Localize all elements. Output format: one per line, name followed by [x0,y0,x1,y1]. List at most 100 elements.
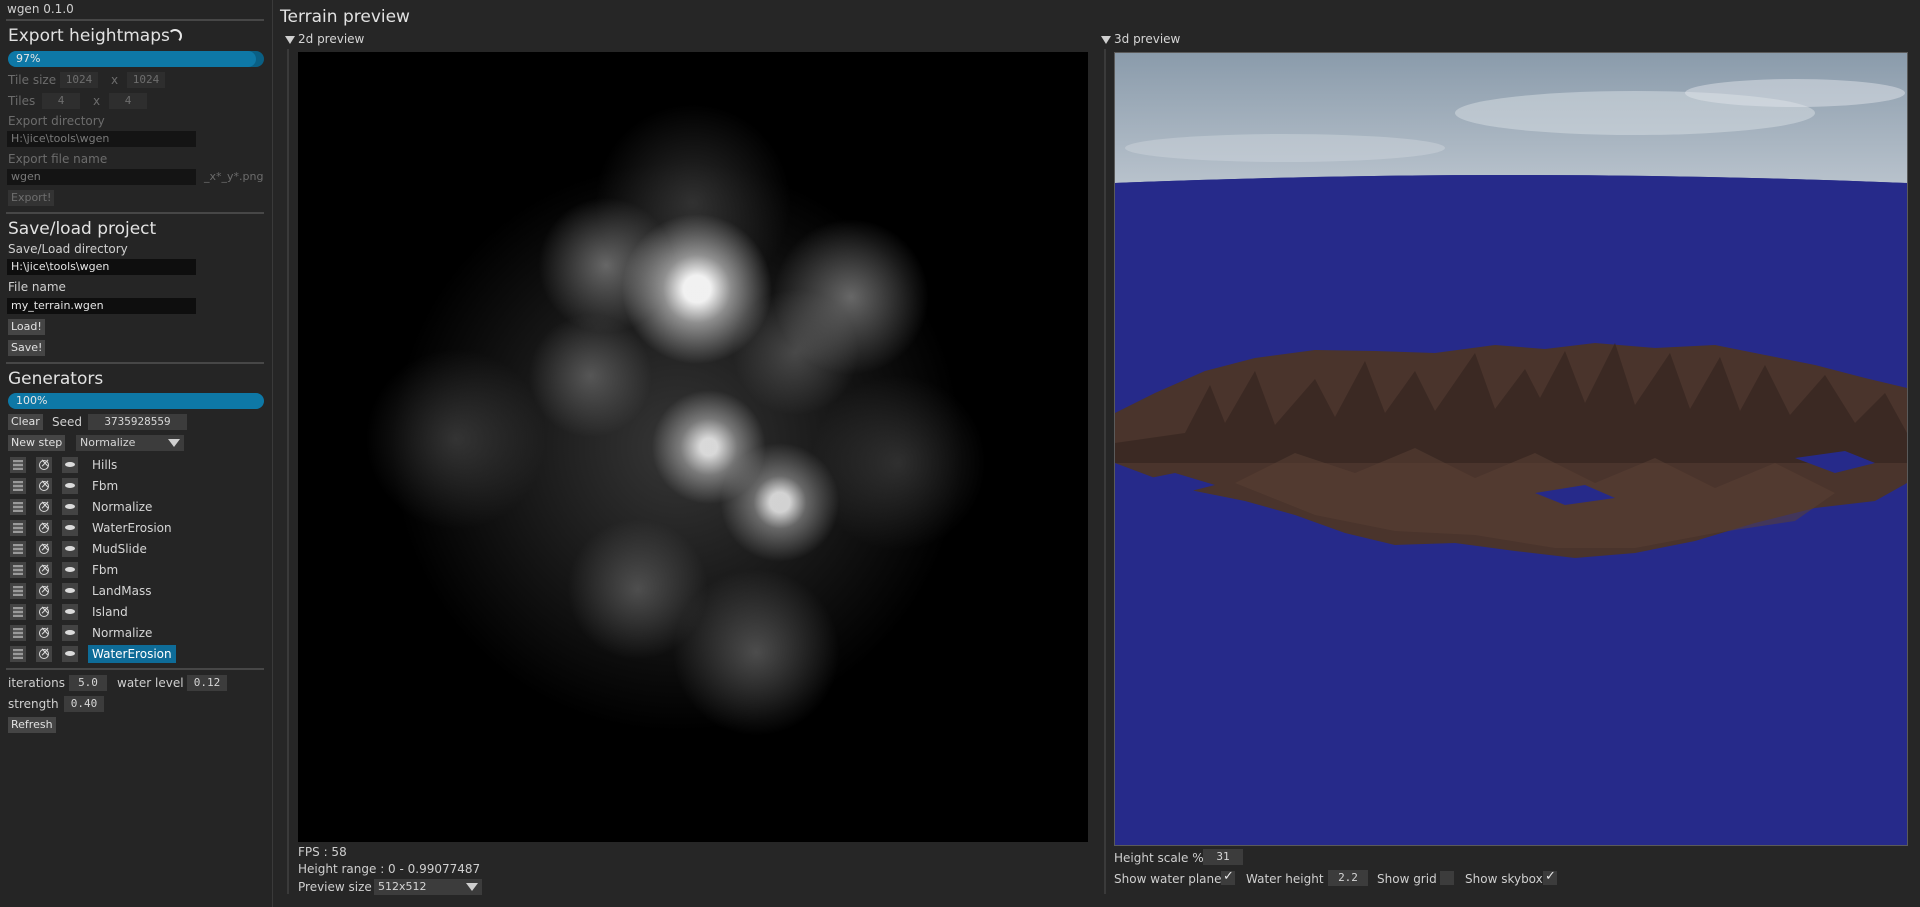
preview-size-label: Preview size [298,880,372,894]
export-file-name-input[interactable]: wgen [7,169,196,185]
generator-step-item[interactable]: Fbm [88,561,122,579]
step-preview-icon[interactable] [10,457,26,473]
step-preview-icon[interactable] [10,520,26,536]
step-visibility-icon[interactable] [62,499,78,515]
new-step-type-dropdown[interactable]: Normalize [76,435,184,451]
generator-step-item[interactable]: WaterErosion [88,645,176,663]
step-preview-icon[interactable] [10,604,26,620]
step-preview-icon[interactable] [10,499,26,515]
step-remove-icon[interactable] [36,582,52,599]
heightmap-image [298,52,1088,842]
tile-size-x-label: x [111,73,119,87]
step-remove-icon[interactable] [36,645,52,662]
generator-step-item[interactable]: Fbm [88,477,122,495]
preview-2d-header[interactable]: 2d preview [298,32,364,46]
clear-button[interactable]: Clear [8,414,43,430]
step-visibility-icon[interactable] [62,625,78,641]
step-preview-icon[interactable] [10,541,26,557]
export-button[interactable]: Export! [8,190,55,206]
generators-progress-text: 100% [16,394,48,407]
step-preview-icon[interactable] [10,625,26,641]
tiles-width-field[interactable]: 4 [42,93,80,109]
step-remove-icon[interactable] [36,624,52,641]
divider [6,212,264,214]
sidebar: wgen 0.1.0 Export heightmaps 97% Tile si… [0,0,273,907]
project-heading: Save/load project [8,219,157,239]
project-file-name-input[interactable]: my_terrain.wgen [7,298,196,314]
step-visibility-icon[interactable] [62,520,78,536]
strength-field[interactable]: 0.40 [64,696,104,712]
tiles-x-label: x [93,94,101,108]
collapse-triangle-icon[interactable] [285,36,295,44]
step-remove-icon[interactable] [36,540,52,557]
save-load-directory-input[interactable]: H:\jice\tools\wgen [7,259,196,275]
generator-step-item[interactable]: MudSlide [88,540,151,558]
generator-step-item[interactable]: Normalize [88,624,156,642]
panel-indent-line [1104,49,1106,894]
water-height-field[interactable]: 2.2 [1328,870,1368,886]
step-visibility-icon[interactable] [62,541,78,557]
show-skybox-label: Show skybox [1465,872,1543,886]
seed-field[interactable]: 3735928559 [88,414,187,430]
export-directory-input[interactable]: H:\jice\tools\wgen [7,131,196,147]
step-visibility-icon[interactable] [62,457,78,473]
preview-3d-header[interactable]: 3d preview [1114,32,1180,46]
step-visibility-icon[interactable] [62,562,78,578]
step-remove-icon[interactable] [36,561,52,578]
fps-readout: FPS : 58 [298,845,347,859]
height-scale-field[interactable]: 31 [1203,849,1243,865]
export-progress-bar: 97% [8,51,264,67]
step-preview-icon[interactable] [10,583,26,599]
chevron-down-icon [168,439,180,447]
project-file-name-label: File name [8,280,66,294]
show-grid-label: Show grid [1377,872,1437,886]
iterations-label: iterations [8,676,65,690]
tile-size-height-field[interactable]: 1024 [127,72,165,88]
show-water-plane-checkbox[interactable] [1221,869,1235,885]
step-preview-icon[interactable] [10,646,26,662]
export-file-name-label: Export file name [8,152,108,166]
show-water-plane-label: Show water plane [1114,872,1222,886]
step-preview-icon[interactable] [10,562,26,578]
tiles-height-field[interactable]: 4 [109,93,147,109]
new-step-button[interactable]: New step [8,435,66,451]
save-load-directory-label: Save/Load directory [8,242,128,256]
water-level-field[interactable]: 0.12 [187,675,227,691]
terrain-3d-render [1115,53,1907,845]
divider [6,362,264,364]
step-visibility-icon[interactable] [62,583,78,599]
step-remove-icon[interactable] [36,477,52,494]
refresh-button[interactable]: Refresh [8,717,56,733]
seed-label: Seed [52,415,82,429]
terrain-3d-viewport[interactable] [1114,52,1908,846]
export-progress-fill [8,51,257,67]
step-preview-icon[interactable] [10,478,26,494]
load-button[interactable]: Load! [8,319,45,335]
generator-step-item[interactable]: WaterErosion [88,519,176,537]
generator-step-item[interactable]: Island [88,603,132,621]
save-button[interactable]: Save! [8,340,46,356]
step-remove-icon[interactable] [36,519,52,536]
generator-step-item[interactable]: Normalize [88,498,156,516]
step-visibility-icon[interactable] [62,646,78,662]
generator-step-item[interactable]: Hills [88,456,121,474]
step-visibility-icon[interactable] [62,604,78,620]
step-remove-icon[interactable] [36,603,52,620]
panel-indent-line [287,49,289,894]
step-remove-icon[interactable] [36,498,52,515]
collapse-triangle-icon[interactable] [1101,36,1111,44]
generator-step-item[interactable]: LandMass [88,582,155,600]
tile-size-label: Tile size [8,73,57,87]
new-step-type-value: Normalize [80,436,136,449]
preview-size-dropdown[interactable]: 512x512 [374,879,482,895]
iterations-field[interactable]: 5.0 [69,675,107,691]
terrain-preview-title: Terrain preview [280,7,410,27]
step-remove-icon[interactable] [36,456,52,473]
tile-size-width-field[interactable]: 1024 [60,72,98,88]
height-range-readout: Height range : 0 - 0.99077487 [298,862,481,876]
generators-heading: Generators [8,369,104,389]
show-grid-checkbox[interactable] [1440,871,1454,885]
divider [6,668,264,670]
show-skybox-checkbox[interactable] [1543,869,1557,885]
step-visibility-icon[interactable] [62,478,78,494]
